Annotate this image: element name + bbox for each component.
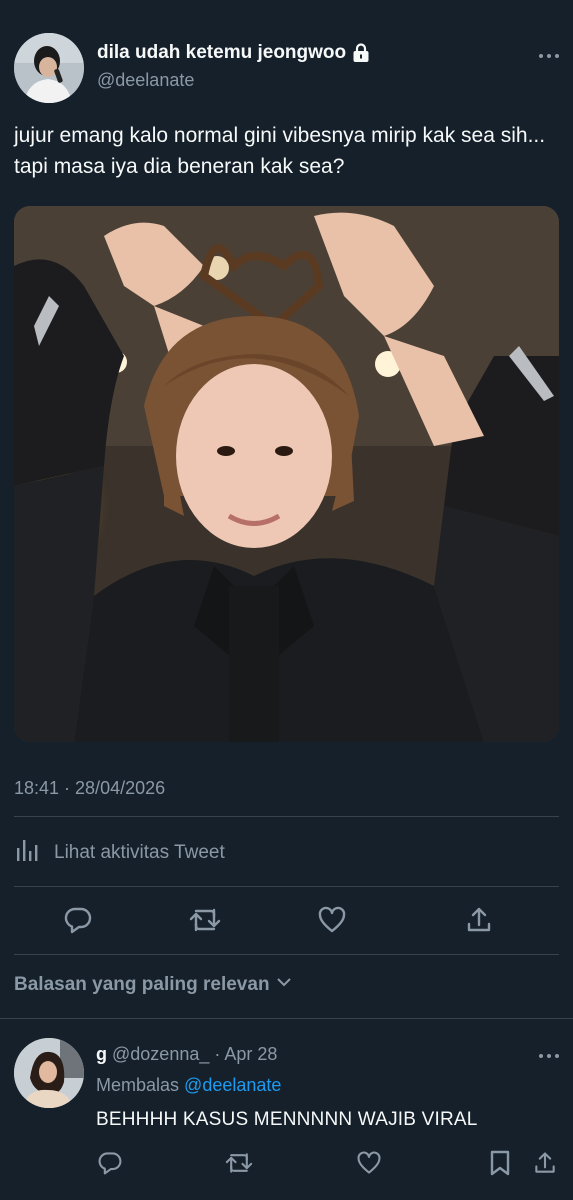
divider [0, 1018, 573, 1019]
divider [14, 816, 559, 817]
reply-actions [0, 1146, 573, 1180]
reply-author-handle[interactable]: @dozenna_ [112, 1044, 209, 1064]
reply-icon[interactable] [61, 903, 95, 937]
reply-tweet[interactable]: g @dozenna_ · Apr 28 Membalas @deelanate… [0, 1020, 573, 1200]
share-icon[interactable] [462, 903, 496, 937]
reply-header: g @dozenna_ · Apr 28 [96, 1044, 277, 1065]
replies-sort-dropdown[interactable]: Balasan yang paling relevan [14, 974, 292, 996]
activity-label[interactable]: Lihat aktivitas Tweet [54, 842, 225, 864]
share-icon[interactable] [528, 1146, 562, 1180]
author-handle[interactable]: @deelanate [97, 70, 194, 91]
reply-date[interactable]: · Apr 28 [214, 1044, 277, 1064]
author-display-name-row[interactable]: dila udah ketemu jeongwoo [97, 42, 370, 64]
tweet-actions [0, 903, 573, 937]
author-display-name[interactable]: dila udah ketemu jeongwoo [97, 42, 346, 64]
chevron-down-icon [276, 974, 292, 996]
tweet-activity-link[interactable]: Lihat aktivitas Tweet [14, 838, 225, 868]
analytics-icon [14, 836, 42, 870]
replying-to-mention[interactable]: @deelanate [184, 1075, 281, 1095]
divider [14, 886, 559, 887]
tweet-text: jujur emang kalo normal gini vibesnya mi… [14, 124, 546, 178]
like-icon[interactable] [315, 903, 349, 937]
more-icon[interactable] [537, 44, 561, 68]
more-icon[interactable] [537, 1044, 561, 1068]
tweet-timestamp[interactable]: 18:41 · 28/04/2026 [14, 778, 165, 799]
lock-icon [352, 43, 370, 63]
replying-to: Membalas @deelanate [96, 1075, 281, 1096]
reply-author-avatar[interactable] [14, 1038, 84, 1108]
divider [14, 954, 559, 955]
tweet-photo[interactable] [14, 206, 559, 742]
like-icon[interactable] [352, 1146, 386, 1180]
retweet-icon[interactable] [188, 903, 222, 937]
reply-text: BEHHHH KASUS MENNNNN WAJIB VIRAL [96, 1109, 478, 1130]
reply-author-name[interactable]: g [96, 1044, 107, 1064]
replies-sort-label[interactable]: Balasan yang paling relevan [14, 974, 270, 996]
author-avatar[interactable] [14, 33, 84, 103]
reply-icon[interactable] [93, 1146, 127, 1180]
replying-prefix: Membalas [96, 1075, 180, 1095]
bookmark-icon[interactable] [483, 1146, 517, 1180]
retweet-icon[interactable] [222, 1146, 256, 1180]
